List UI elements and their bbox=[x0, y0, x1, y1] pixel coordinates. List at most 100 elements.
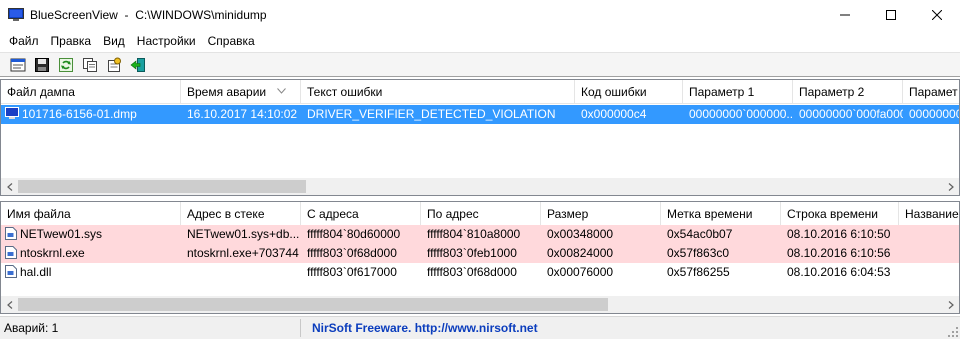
col-crash-time[interactable]: Время аварии bbox=[181, 80, 301, 104]
timestamp-cell: 0x54ac0b07 bbox=[667, 227, 733, 241]
timestamp-cell: 0x57f863c0 bbox=[667, 246, 730, 260]
product-name-cell bbox=[899, 263, 959, 282]
menu-help[interactable]: Справка bbox=[202, 31, 261, 51]
menu-file[interactable]: Файл bbox=[3, 31, 45, 51]
sort-arrow-icon bbox=[277, 88, 286, 94]
scroll-left-button[interactable] bbox=[1, 178, 18, 195]
properties-icon bbox=[108, 57, 121, 72]
bug-check-string-cell: DRIVER_VERIFIER_DETECTED_VIOLATION bbox=[307, 107, 556, 121]
close-icon bbox=[932, 10, 942, 20]
scroll-thumb[interactable] bbox=[18, 298, 608, 311]
driver-row[interactable]: ntoskrnl.exe ntoskrnl.exe+703744 fffff80… bbox=[1, 244, 959, 263]
col-parameter-1[interactable]: Параметр 1 bbox=[683, 80, 793, 104]
file-icon bbox=[5, 265, 17, 279]
col-product-name[interactable]: Название bbox=[899, 202, 959, 226]
window-path: C:\WINDOWS\minidump bbox=[135, 8, 267, 22]
col-address-in-stack[interactable]: Адрес в стеке bbox=[181, 202, 301, 226]
crash-count: Аварий: 1 bbox=[4, 321, 59, 335]
scroll-right-button[interactable] bbox=[942, 178, 959, 195]
driver-row[interactable]: hal.dll fffff803`0f617000 fffff803`0f68d… bbox=[1, 263, 959, 282]
window-title: BlueScreenView - C:\WINDOWS\minidump bbox=[30, 8, 267, 22]
col-crash-time-label: Время аварии bbox=[187, 85, 267, 99]
html-report-button[interactable] bbox=[8, 55, 28, 75]
dump-table-header: Файл дампа Время аварии Текст ошибки Код… bbox=[1, 80, 959, 104]
driver-table-header: Имя файла Адрес в стеке С адреса По адре… bbox=[1, 202, 959, 226]
col-bug-check-string[interactable]: Текст ошибки bbox=[301, 80, 575, 104]
resize-grip-icon[interactable] bbox=[948, 327, 958, 337]
crash-time-cell: 16.10.2017 14:10:02 bbox=[187, 107, 298, 121]
col-dump-file[interactable]: Файл дампа bbox=[1, 80, 181, 104]
time-string-cell: 08.10.2016 6:10:56 bbox=[787, 246, 891, 260]
copy-button[interactable] bbox=[80, 55, 100, 75]
to-address-cell: fffff803`0f68d000 bbox=[427, 265, 517, 279]
file-icon bbox=[5, 227, 17, 241]
col-parameter-2[interactable]: Параметр 2 bbox=[793, 80, 903, 104]
time-string-cell: 08.10.2016 6:10:50 bbox=[787, 227, 891, 241]
time-string-cell: 08.10.2016 6:04:53 bbox=[787, 265, 891, 279]
drivers-pane: Имя файла Адрес в стеке С адреса По адре… bbox=[0, 201, 960, 314]
product-name-cell bbox=[899, 225, 959, 244]
menu-edit[interactable]: Правка bbox=[45, 31, 98, 51]
filename-cell: NETwew01.sys bbox=[1, 225, 181, 244]
address-in-stack-cell: ntoskrnl.exe+703744 bbox=[187, 246, 299, 260]
dump-row[interactable]: 101716-6156-01.dmp 16.10.2017 14:10:02 D… bbox=[1, 105, 959, 124]
filename-cell: hal.dll bbox=[1, 263, 181, 282]
scroll-left-button[interactable] bbox=[1, 296, 18, 313]
minimize-icon bbox=[840, 14, 850, 16]
address-in-stack-cell: NETwew01.sys+db... bbox=[187, 227, 300, 241]
scroll-thumb[interactable] bbox=[18, 180, 306, 193]
timestamp-cell: 0x57f86255 bbox=[667, 265, 730, 279]
filename-cell: ntoskrnl.exe bbox=[1, 244, 181, 263]
col-to-address[interactable]: По адрес bbox=[421, 202, 541, 226]
parameter-2-cell: 00000000`000fa000 bbox=[799, 107, 903, 121]
size-cell: 0x00824000 bbox=[547, 246, 614, 260]
refresh-icon bbox=[59, 57, 73, 72]
properties-button[interactable] bbox=[104, 55, 124, 75]
driver-row[interactable]: NETwew01.sys NETwew01.sys+db... fffff804… bbox=[1, 225, 959, 244]
scroll-right-button[interactable] bbox=[942, 296, 959, 313]
menu-view[interactable]: Вид bbox=[97, 31, 131, 51]
col-time-string[interactable]: Строка времени bbox=[781, 202, 899, 226]
from-address-cell: fffff803`0f68d000 bbox=[307, 246, 397, 260]
bug-check-code-cell: 0x000000c4 bbox=[581, 107, 647, 121]
col-timestamp[interactable]: Метка времени bbox=[661, 202, 781, 226]
status-separator bbox=[300, 319, 301, 337]
to-address-cell: fffff804`810a8000 bbox=[427, 227, 521, 241]
status-bar: Аварий: 1 NirSoft Freeware. http://www.n… bbox=[0, 316, 960, 339]
col-filename[interactable]: Имя файла bbox=[1, 202, 181, 226]
to-address-cell: fffff803`0feb1000 bbox=[427, 246, 517, 260]
chevron-right-icon bbox=[948, 300, 954, 309]
chevron-left-icon bbox=[6, 300, 12, 309]
save-button[interactable] bbox=[32, 55, 52, 75]
minimize-button[interactable] bbox=[822, 0, 868, 30]
title-bar: BlueScreenView - C:\WINDOWS\minidump bbox=[0, 0, 960, 30]
filename-text: ntoskrnl.exe bbox=[20, 246, 85, 260]
nirsoft-link[interactable]: NirSoft Freeware. http://www.nirsoft.net bbox=[312, 321, 538, 335]
size-cell: 0x00348000 bbox=[547, 227, 614, 241]
filename-text: NETwew01.sys bbox=[20, 227, 103, 241]
from-address-cell: fffff803`0f617000 bbox=[307, 265, 397, 279]
dump-file-name: 101716-6156-01.dmp bbox=[22, 107, 137, 121]
save-icon bbox=[35, 57, 49, 72]
driver-horizontal-scrollbar[interactable] bbox=[1, 296, 959, 313]
from-address-cell: fffff804`80d60000 bbox=[307, 227, 401, 241]
refresh-button[interactable] bbox=[56, 55, 76, 75]
col-bug-check-code[interactable]: Код ошибки bbox=[575, 80, 683, 104]
close-button[interactable] bbox=[914, 0, 960, 30]
dump-file-cell: 101716-6156-01.dmp bbox=[1, 105, 181, 124]
exit-icon bbox=[130, 57, 145, 72]
size-cell: 0x00076000 bbox=[547, 265, 614, 279]
bluescreenview-icon bbox=[8, 8, 24, 21]
exit-button[interactable] bbox=[128, 55, 148, 75]
dump-horizontal-scrollbar[interactable] bbox=[1, 178, 959, 195]
dump-file-icon bbox=[5, 107, 19, 120]
menu-settings[interactable]: Настройки bbox=[131, 31, 202, 51]
filename-text: hal.dll bbox=[20, 265, 52, 279]
col-parameter-3[interactable]: Парамет bbox=[903, 80, 959, 104]
maximize-icon bbox=[886, 10, 896, 20]
maximize-button[interactable] bbox=[868, 0, 914, 30]
html-report-icon bbox=[10, 58, 26, 71]
col-size[interactable]: Размер bbox=[541, 202, 661, 226]
product-name-cell bbox=[899, 244, 959, 263]
col-from-address[interactable]: С адреса bbox=[301, 202, 421, 226]
